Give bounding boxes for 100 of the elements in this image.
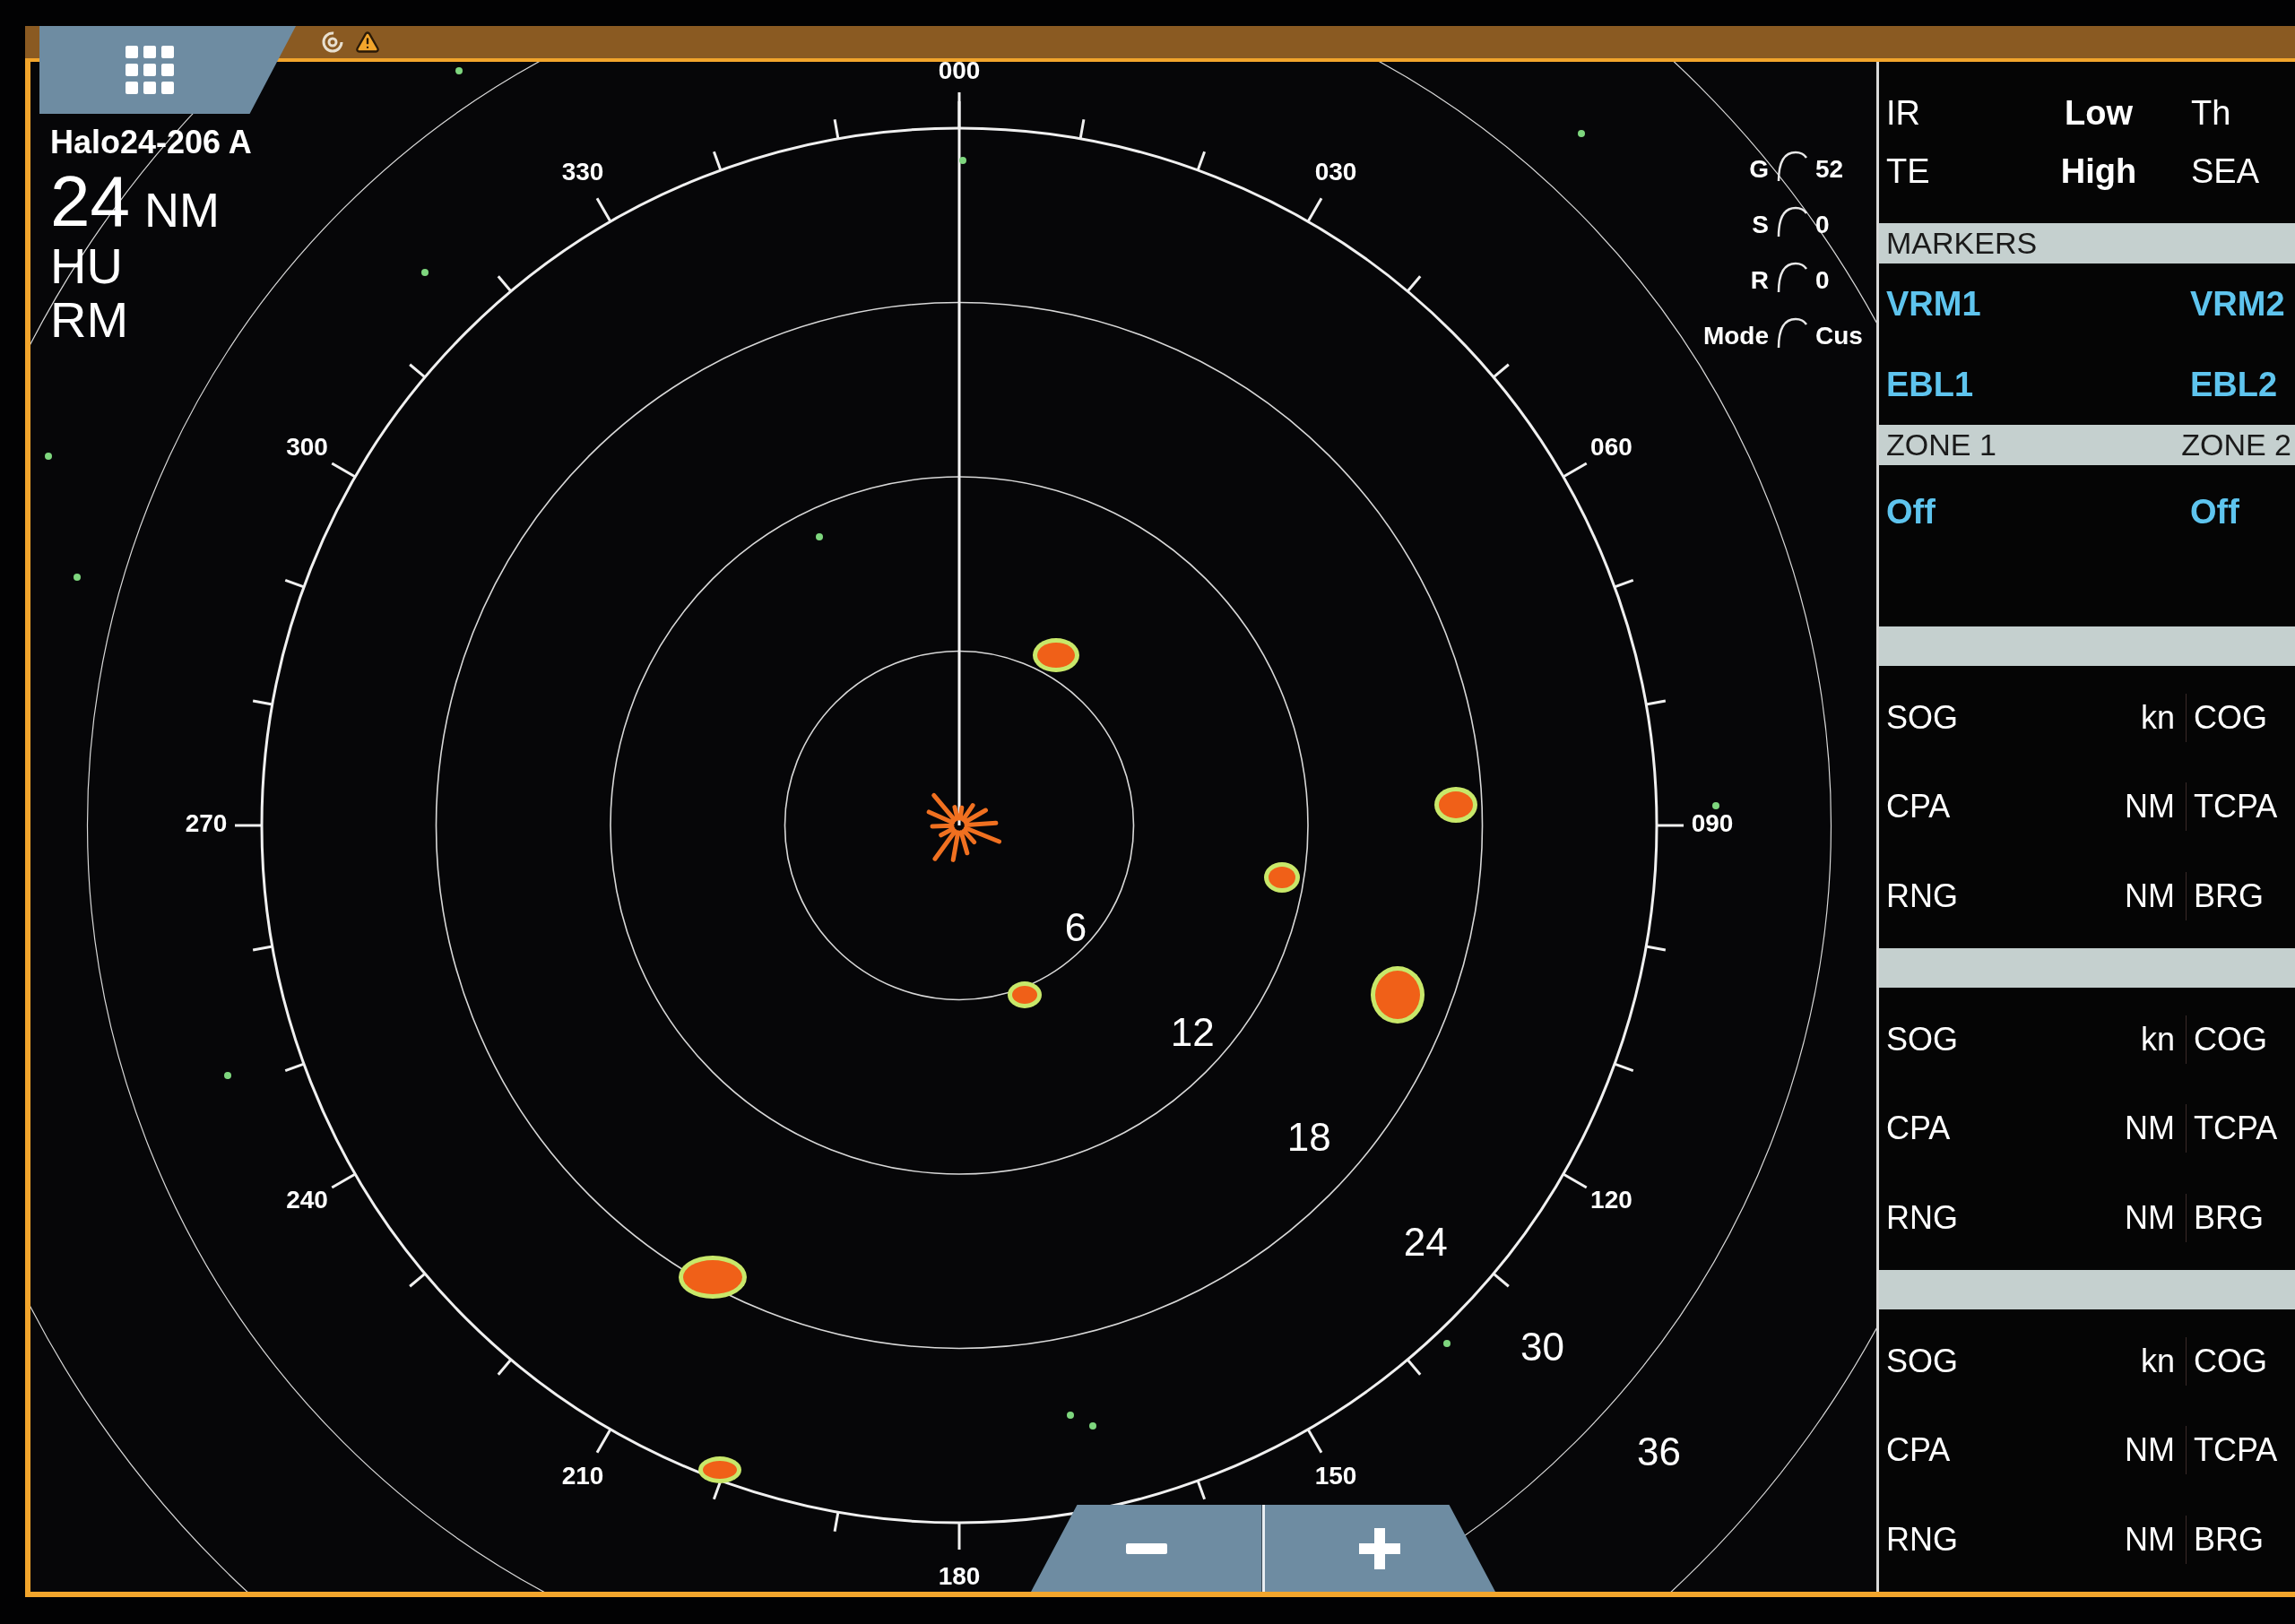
bearing-label: 090 (1691, 809, 1734, 838)
setting-label: IR (1885, 93, 1921, 134)
bearing-label: 330 (561, 157, 604, 186)
target-field-label: SOG (1886, 1341, 1958, 1381)
gauge-arc-icon (1776, 150, 1808, 182)
radar-speck (1443, 1340, 1451, 1347)
section-header: ZONE 1 (1886, 427, 1996, 463)
unit-label: NM (2125, 1109, 2175, 1149)
target-field-label: RNG (1886, 1198, 1958, 1239)
bearing-label: 300 (286, 433, 328, 462)
marker-link[interactable]: VRM1 (1879, 278, 2190, 330)
control-value: 52 (1815, 157, 1845, 182)
gauge-arc-icon (1776, 261, 1808, 293)
section-header: ZONE 2 (2181, 427, 2291, 463)
unit-label: kn (2140, 697, 2175, 738)
radar-echo (698, 1456, 741, 1483)
target-field-label: COG (2194, 698, 2267, 736)
zoom-in-button[interactable] (1264, 1505, 1495, 1592)
target-field-label: CPA (1886, 1109, 1951, 1149)
control-value: 0 (1815, 268, 1831, 293)
unit-label: NM (2125, 787, 2175, 827)
target-field-label: CPA (1886, 1430, 1951, 1471)
unit-label: NM (2125, 877, 2175, 917)
radar-speck (421, 269, 429, 276)
unit-label: NM (2125, 1520, 2175, 1560)
minus-icon (1125, 1542, 1167, 1554)
control-value: 0 (1815, 212, 1831, 238)
target-field-label: BRG (2194, 1521, 2264, 1559)
gauge-arc-icon (1776, 316, 1808, 349)
range-label: 24 (1403, 1220, 1448, 1265)
radar-speck (74, 574, 81, 581)
range-label: 12 (1170, 1009, 1215, 1054)
range-value: 24 (50, 166, 130, 238)
bearing-label: 270 (185, 809, 228, 838)
setting-label: Th (2190, 93, 2232, 134)
unit-label: NM (2125, 1198, 2175, 1239)
target-field-label: SOG (1886, 1019, 1958, 1059)
motion-label: RM (50, 295, 130, 345)
radar-speck (45, 453, 52, 460)
gauge-arc-icon (1776, 205, 1808, 238)
target-field-label: RNG (1886, 1520, 1958, 1560)
marker-link[interactable]: EBL1 (1879, 358, 2190, 410)
marker-link[interactable]: EBL2 (2190, 358, 2295, 410)
bearing-label: 150 (1314, 1461, 1357, 1490)
radar-speck (224, 1072, 231, 1079)
target-field-label: COG (2194, 1342, 2267, 1379)
setting-value: High (2059, 151, 2138, 192)
bearing-label: 210 (561, 1461, 604, 1490)
target-field-label: BRG (2194, 1199, 2264, 1237)
radar-speck (1089, 1422, 1096, 1430)
target-field-label: TCPA (2194, 1110, 2278, 1147)
radar-echo (1264, 862, 1300, 893)
setting-label: TE (1885, 151, 1931, 192)
target-field-label: TCPA (2194, 788, 2278, 825)
radar-echo (1434, 787, 1477, 823)
bearing-label: 000 (938, 62, 981, 85)
zone-status[interactable]: Off (2190, 487, 2295, 538)
radar-speck (1712, 802, 1719, 809)
unit-label: NM (2125, 1430, 2175, 1471)
bearing-label: 030 (1314, 157, 1357, 186)
radar-echo (1033, 638, 1079, 672)
range-unit: NM (144, 186, 220, 234)
bearing-label: 120 (1590, 1186, 1632, 1214)
control-value: Cus (1815, 324, 1860, 349)
radar-echo (1371, 966, 1425, 1024)
unit-label: kn (2140, 1019, 2175, 1059)
grid-icon (126, 46, 174, 94)
unit-label: kn (2140, 1341, 2175, 1381)
section-header: MARKERS (1886, 225, 2038, 262)
setting-value: Low (2064, 93, 2134, 134)
range-label: 36 (1637, 1430, 1681, 1474)
bearing-label: 240 (286, 1186, 328, 1214)
range-label: 6 (1064, 904, 1087, 949)
radar-speck (1578, 130, 1585, 137)
target-field-label: RNG (1886, 877, 1958, 917)
target-field-label: BRG (2194, 877, 2264, 915)
range-label: 30 (1520, 1325, 1564, 1369)
control-label: Mode (1702, 324, 1769, 349)
warning-icon[interactable] (355, 30, 380, 55)
control-label: R (1750, 268, 1769, 293)
target-field-label: SOG (1886, 697, 1958, 738)
radar-speck (959, 157, 966, 164)
bearing-label: 060 (1590, 433, 1632, 462)
setting-label: SEA (2190, 151, 2261, 192)
zoom-out-button[interactable] (1031, 1505, 1262, 1592)
plus-icon (1359, 1527, 1401, 1569)
range-label: 18 (1286, 1115, 1331, 1159)
control-label: G (1749, 157, 1769, 182)
apps-menu-button[interactable] (39, 26, 296, 114)
target-field-label: CPA (1886, 787, 1951, 827)
radar-speck (455, 67, 463, 74)
target-field-label: TCPA (2194, 1431, 2278, 1469)
zone-status[interactable]: Off (1879, 487, 2190, 538)
target-field-label: COG (2194, 1020, 2267, 1058)
control-label: S (1752, 212, 1769, 238)
radar-echo (1008, 981, 1042, 1008)
marker-link[interactable]: VRM2 (2190, 278, 2295, 330)
radar-speck (1067, 1412, 1074, 1419)
radar-speck (816, 533, 823, 540)
bearing-label: 180 (938, 1562, 981, 1591)
